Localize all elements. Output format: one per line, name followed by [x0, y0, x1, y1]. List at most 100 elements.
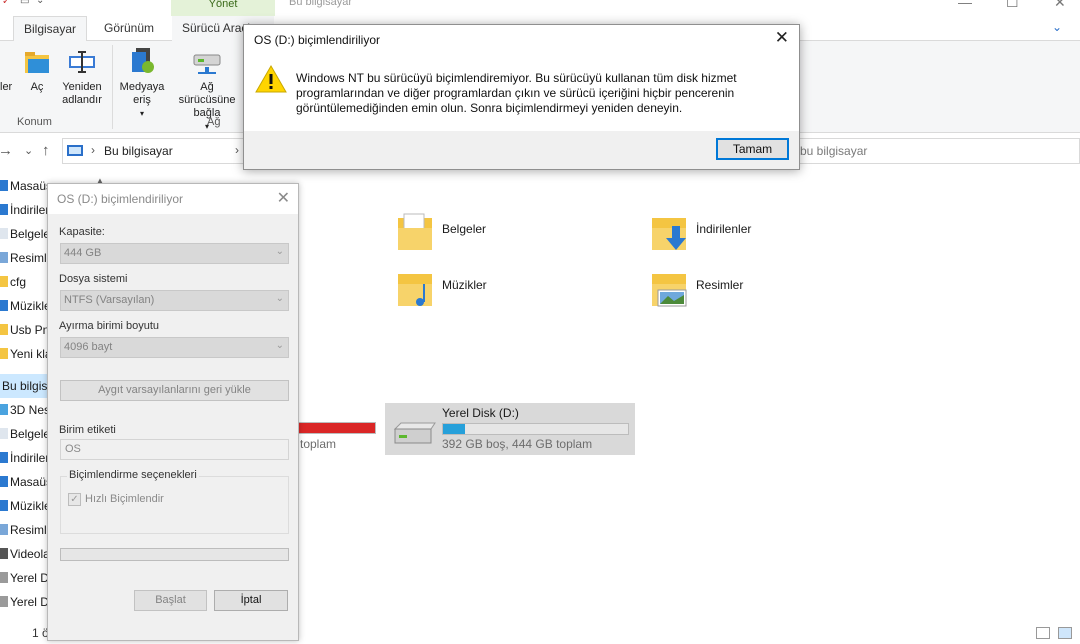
nav-item-videolar[interactable]: Videolar: [0, 542, 48, 566]
folder-name: Resimler: [696, 278, 744, 292]
nav-item-belgeler-2[interactable]: Belgeler: [0, 422, 48, 446]
nav-item-usb-pnp[interactable]: Usb Pnp: [0, 318, 48, 342]
downloads-folder-icon: [652, 218, 686, 250]
media-access-button[interactable]: Medyaya eriş ▾: [114, 45, 170, 120]
drive-d-tile[interactable]: Yerel Disk (D:) 392 GB boş, 444 GB topla…: [385, 403, 635, 455]
nav-item-label: Resimler: [10, 251, 48, 265]
allocation-label: Ayırma birimi boyutu: [59, 320, 160, 332]
nav-item-belgeler[interactable]: Belgeler: [0, 222, 48, 246]
back-arrow-icon[interactable]: →: [0, 142, 13, 159]
tab-gorunum[interactable]: Görünüm: [94, 16, 164, 41]
documents-folder-icon: [398, 213, 432, 250]
nav-item-indirilenler-2[interactable]: İndirilenler: [0, 446, 48, 470]
nav-item-label: Belgeler: [10, 227, 48, 241]
download-icon: [0, 452, 8, 463]
error-message-box: OS (D:) biçimlendiriliyor ✕ Windows NT b…: [243, 24, 800, 170]
restore-defaults-button[interactable]: Aygıt varsayılanlarını geri yükle: [60, 380, 289, 401]
drive-icon: [0, 572, 8, 583]
nav-item-3d-nesneler[interactable]: 3D Nesneler: [0, 398, 48, 422]
manage-tab[interactable]: Yönet: [171, 0, 275, 16]
tab-bilgisayar[interactable]: Bilgisayar: [13, 16, 88, 42]
nav-item-cfg[interactable]: cfg: [0, 270, 48, 294]
nav-item-label: Resimler: [10, 523, 48, 537]
properties-button[interactable]: ler: [0, 81, 12, 94]
open-button[interactable]: Aç: [22, 45, 52, 94]
capacity-select[interactable]: 444 GB ⌄: [60, 243, 289, 264]
volume-label-input[interactable]: OS: [60, 439, 289, 460]
nav-item-label: Bu bilgisayar: [2, 379, 48, 393]
nav-item-masaustu-2[interactable]: Masaüstü: [0, 470, 48, 494]
message-box-footer: Tamam: [244, 131, 799, 169]
quick-format-label: Hızlı Biçimlendir: [85, 493, 164, 505]
window-close-icon[interactable]: ✕: [1054, 0, 1066, 11]
chevron-right-icon[interactable]: ›: [235, 143, 239, 157]
nav-item-masaustu[interactable]: Masaüstü: [0, 174, 48, 198]
folder-belgeler[interactable]: Belgeler: [396, 212, 596, 260]
details-view-icon[interactable]: [1036, 627, 1050, 639]
music-icon: [0, 500, 8, 511]
properties-label: ler: [0, 81, 13, 93]
folder-icon: [0, 348, 8, 359]
nav-item-muzikler[interactable]: Müzikler: [0, 294, 48, 318]
nav-item-label: cfg: [10, 275, 27, 289]
nav-item-bu-bilgisayar[interactable]: Bu bilgisayar: [0, 374, 48, 398]
breadcrumb[interactable]: Bu bilgisayar: [104, 144, 173, 158]
pictures-icon: [0, 252, 8, 263]
rename-button[interactable]: Yeniden adlandır: [56, 45, 108, 107]
pictures-icon: [0, 524, 8, 535]
up-arrow-icon[interactable]: ↑: [42, 142, 50, 159]
desktop-icon: [0, 180, 8, 191]
capacity-label: Kapasite:: [59, 226, 105, 238]
large-icons-view-icon[interactable]: [1058, 627, 1072, 639]
group-konum-label: Konum: [17, 116, 52, 128]
nav-item-muzikler-2[interactable]: Müzikler: [0, 494, 48, 518]
navigation-pane: Masaüstü İndirilenler Belgeler Resimler …: [0, 170, 48, 644]
close-icon[interactable]: ✕: [277, 188, 290, 208]
capacity-value: 444 GB: [64, 247, 102, 259]
music-folder-icon: [398, 274, 432, 306]
checkmark-icon[interactable]: ✓: [2, 0, 10, 7]
start-button[interactable]: Başlat: [134, 590, 207, 611]
quick-format-checkbox[interactable]: ✓: [68, 493, 81, 506]
document-icon: [0, 228, 8, 239]
nav-item-label: Usb Pnp: [10, 323, 48, 337]
ok-button[interactable]: Tamam: [716, 138, 789, 160]
folder-indirilenler[interactable]: İndirilenler: [650, 212, 850, 260]
filesystem-select[interactable]: NTFS (Varsayılan) ⌄: [60, 290, 289, 311]
close-icon[interactable]: ✕: [775, 28, 789, 48]
maximize-icon[interactable]: ☐: [1006, 0, 1019, 11]
new-document-icon[interactable]: ▭: [20, 0, 29, 7]
hard-drive-icon: [393, 422, 436, 444]
chevron-right-icon[interactable]: ›: [91, 143, 95, 157]
nav-item-yeni-klasor[interactable]: Yeni klasör: [0, 342, 48, 366]
nav-item-resimler-2[interactable]: Resimler: [0, 518, 48, 542]
search-input[interactable]: bu bilgisayar: [800, 138, 1080, 164]
minimize-icon[interactable]: —: [958, 0, 972, 10]
nav-item-yerel-disk[interactable]: Yerel Disk: [0, 566, 48, 590]
help-chevron-icon[interactable]: ⌄: [1052, 20, 1062, 34]
desktop-icon: [0, 476, 8, 487]
chevron-down-icon[interactable]: ⌄: [24, 144, 33, 157]
volume-label-label: Birim etiketi: [59, 424, 116, 436]
video-icon: [0, 548, 8, 559]
window-title: Bu bilgisayar: [289, 0, 352, 8]
drive-name: Yerel Disk (D:): [442, 406, 519, 420]
allocation-select[interactable]: 4096 bayt ⌄: [60, 337, 289, 358]
chevron-down-icon[interactable]: ⌄: [36, 0, 44, 6]
nav-item-yerel-disk-2[interactable]: Yerel Disk: [0, 590, 48, 614]
nav-item-indirilenler[interactable]: İndirilenler: [0, 198, 48, 222]
cancel-button[interactable]: İptal: [214, 590, 288, 611]
nav-item-label: 3D Nesneler: [10, 403, 48, 417]
folder-icon: [0, 276, 8, 287]
folder-resimler[interactable]: Resimler: [650, 268, 850, 316]
folder-muzikler[interactable]: Müzikler: [396, 268, 596, 316]
address-bar[interactable]: › Bu bilgisayar ›: [62, 138, 244, 164]
drive-c-info: toplam: [300, 437, 337, 451]
chevron-down-icon: ⌄: [275, 340, 284, 351]
nav-item-label: Yerel Disk: [10, 595, 48, 609]
group-separator: [112, 45, 113, 129]
nav-item-resimler[interactable]: Resimler: [0, 246, 48, 270]
nav-item-label: Belgeler: [10, 427, 48, 441]
drive-c-usage-bar: [296, 422, 376, 434]
volume-label-value: OS: [65, 443, 81, 455]
